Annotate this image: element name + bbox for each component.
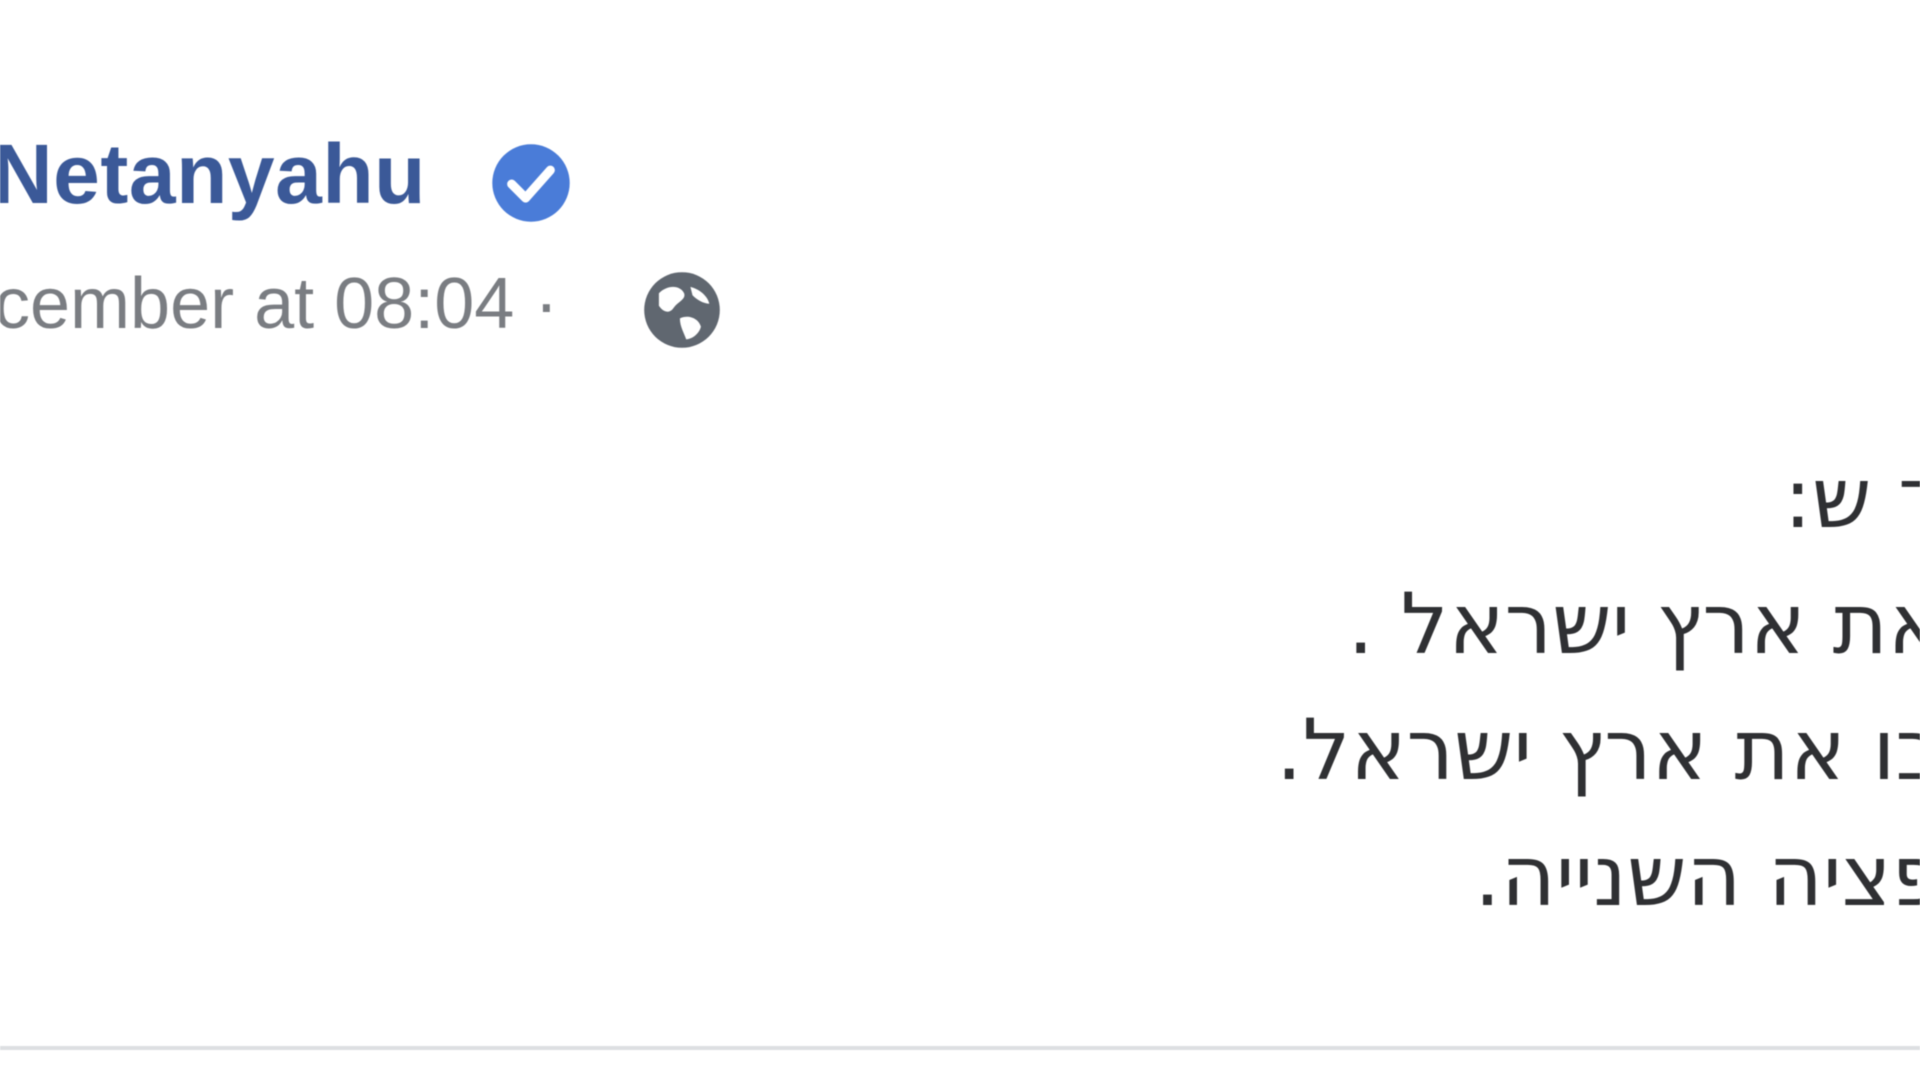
post-text-line: בו את ארץ ישראל. <box>1275 701 1920 799</box>
author-name[interactable]: Netanyahu <box>0 132 426 216</box>
facebook-post: Netanyahu cember at 08:04 · ד ש: את ארץ … <box>0 0 1920 1080</box>
post-text-line: ד ש: <box>1783 449 1920 547</box>
divider <box>0 1046 1920 1050</box>
post-text-line: את ארץ ישראל . <box>1347 575 1920 673</box>
globe-icon[interactable] <box>640 268 724 352</box>
post-text-line: פציה השנייה. <box>1474 827 1920 925</box>
post-timestamp[interactable]: cember at 08:04 · <box>0 268 558 340</box>
verified-badge-icon <box>492 144 570 222</box>
